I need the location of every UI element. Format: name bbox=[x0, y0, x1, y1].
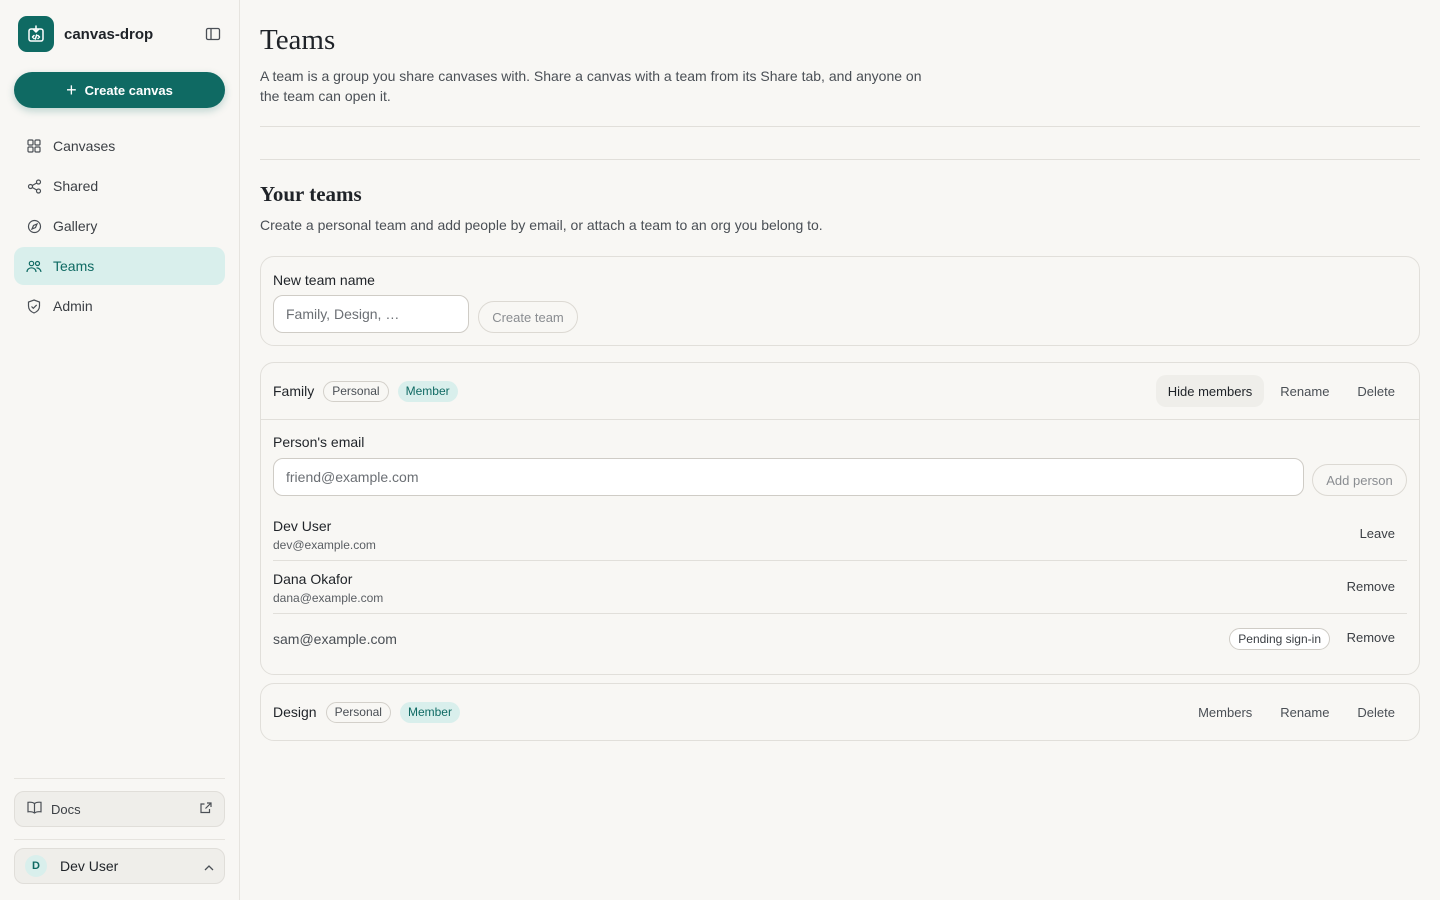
chevron-up-icon bbox=[204, 858, 214, 874]
sidebar-item-label: Teams bbox=[53, 258, 95, 274]
member-row: Dev User dev@example.com Leave bbox=[273, 508, 1407, 561]
user-name: Dev User bbox=[60, 858, 119, 874]
remove-button[interactable]: Remove bbox=[1347, 630, 1395, 645]
member-badge: Member bbox=[397, 380, 458, 402]
team-name: Design bbox=[273, 704, 317, 720]
sidebar-item-gallery[interactable]: Gallery bbox=[14, 207, 225, 245]
book-icon bbox=[27, 801, 42, 817]
docs-link[interactable]: Docs bbox=[14, 791, 225, 827]
share-icon bbox=[26, 178, 42, 194]
avatar: D bbox=[25, 855, 47, 877]
app-name: canvas-drop bbox=[64, 25, 154, 43]
sidebar-nav: Canvases Shared Gallery Teams Admin bbox=[14, 127, 225, 327]
sidebar: canvas-drop + Create canvas Canvases Sha… bbox=[0, 0, 240, 900]
page-title: Teams bbox=[260, 24, 336, 56]
members-button[interactable]: Members bbox=[1186, 696, 1264, 728]
member-row: sam@example.com Pending sign-in Remove bbox=[273, 614, 1407, 667]
new-team-name-input[interactable] bbox=[273, 295, 469, 333]
member-row: Dana Okafor dana@example.com Remove bbox=[273, 561, 1407, 614]
add-person-button[interactable]: Add person bbox=[1312, 464, 1407, 496]
docs-label: Docs bbox=[51, 801, 81, 817]
person-email-input[interactable] bbox=[273, 458, 1304, 496]
create-canvas-label: Create canvas bbox=[84, 82, 173, 98]
sidebar-item-label: Admin bbox=[53, 298, 93, 314]
sidebar-item-admin[interactable]: Admin bbox=[14, 287, 225, 325]
team-card-design: Design Personal Member Members Rename De… bbox=[260, 683, 1420, 741]
sidebar-item-shared[interactable]: Shared bbox=[14, 167, 225, 205]
sidebar-item-label: Shared bbox=[53, 178, 99, 194]
external-link-icon bbox=[200, 801, 212, 817]
personal-badge: Personal bbox=[323, 380, 389, 402]
remove-button[interactable]: Remove bbox=[1347, 579, 1395, 594]
hide-members-button[interactable]: Hide members bbox=[1155, 375, 1265, 407]
team-header: Design Personal Member Members Rename De… bbox=[261, 684, 1419, 740]
member-name: Dev User bbox=[273, 518, 332, 534]
sidebar-item-teams[interactable]: Teams bbox=[14, 247, 225, 285]
team-card-family: Family Personal Member Hide members Rena… bbox=[260, 362, 1420, 675]
new-team-card: New team name Create team bbox=[260, 256, 1420, 346]
sidebar-divider bbox=[14, 778, 225, 779]
app-logo-icon[interactable] bbox=[18, 16, 54, 52]
team-name: Family bbox=[273, 383, 315, 399]
rename-button[interactable]: Rename bbox=[1268, 375, 1341, 407]
sidebar-item-canvases[interactable]: Canvases bbox=[14, 127, 225, 165]
member-name: Dana Okafor bbox=[273, 571, 353, 587]
sidebar-toggle-icon[interactable] bbox=[202, 23, 224, 45]
shield-icon bbox=[26, 298, 42, 314]
create-canvas-button[interactable]: + Create canvas bbox=[14, 72, 225, 108]
sidebar-item-label: Gallery bbox=[53, 218, 98, 234]
member-email: dana@example.com bbox=[273, 591, 384, 605]
member-email: sam@example.com bbox=[273, 631, 397, 647]
rename-button[interactable]: Rename bbox=[1268, 696, 1341, 728]
pending-badge: Pending sign-in bbox=[1229, 628, 1330, 650]
section-description: Create a personal team and add people by… bbox=[260, 217, 823, 233]
divider bbox=[261, 419, 1419, 420]
users-icon bbox=[26, 258, 42, 274]
page-description: A team is a group you share canvases wit… bbox=[260, 68, 922, 104]
sidebar-item-label: Canvases bbox=[53, 138, 116, 154]
grid-icon bbox=[26, 138, 42, 154]
member-email: dev@example.com bbox=[273, 538, 376, 552]
divider bbox=[260, 126, 1420, 127]
compass-icon bbox=[26, 218, 42, 234]
email-label: Person's email bbox=[273, 434, 365, 450]
create-team-button[interactable]: Create team bbox=[478, 301, 578, 333]
team-actions: Hide members Rename Delete bbox=[1152, 375, 1407, 407]
team-header: Family Personal Member Hide members Rena… bbox=[261, 363, 1419, 419]
leave-button[interactable]: Leave bbox=[1360, 526, 1395, 541]
delete-button[interactable]: Delete bbox=[1345, 696, 1407, 728]
member-badge: Member bbox=[399, 701, 460, 723]
delete-button[interactable]: Delete bbox=[1345, 375, 1407, 407]
team-actions: Members Rename Delete bbox=[1182, 696, 1407, 728]
brand: canvas-drop bbox=[18, 16, 224, 52]
divider bbox=[260, 159, 1420, 160]
plus-icon: + bbox=[66, 80, 77, 100]
new-team-label: New team name bbox=[273, 272, 375, 288]
section-title: Your teams bbox=[260, 182, 362, 206]
user-menu-button[interactable]: D Dev User bbox=[14, 848, 225, 884]
sidebar-divider bbox=[14, 839, 225, 840]
personal-badge: Personal bbox=[325, 701, 391, 723]
